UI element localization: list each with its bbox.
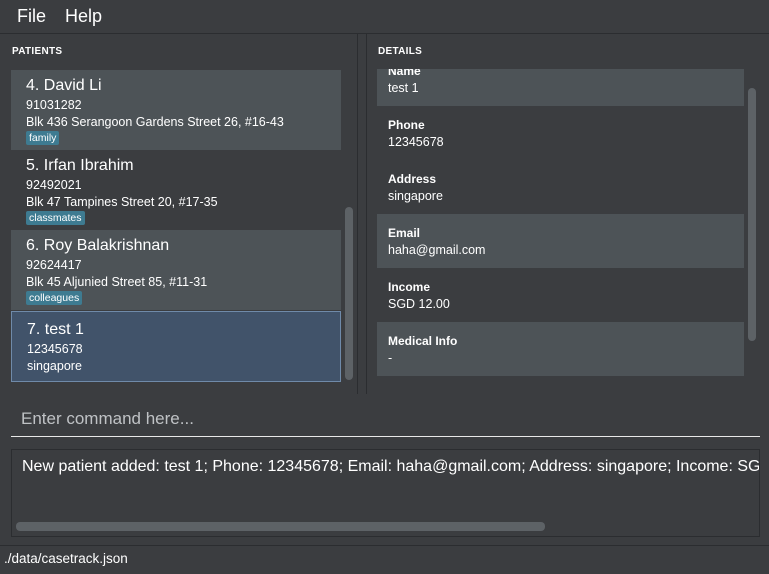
patients-panel-title: PATIENTS	[12, 46, 63, 57]
detail-value: haha@gmail.com	[388, 243, 486, 257]
patient-name: 5. Irfan Ibrahim	[26, 157, 134, 174]
result-horizontal-scrollbar[interactable]	[16, 522, 545, 531]
patient-name: 7. test 1	[27, 321, 84, 338]
detail-label: Name	[388, 69, 421, 78]
patient-card-selected[interactable]: 7. test 1 12345678 singapore	[11, 311, 341, 382]
detail-field-email: Email haha@gmail.com	[377, 214, 744, 268]
detail-value: singapore	[388, 189, 443, 203]
patient-card[interactable]: 4. David Li 91031282 Blk 436 Serangoon G…	[11, 70, 341, 150]
detail-field-name: Name test 1	[377, 69, 744, 106]
patient-address: Blk 47 Tampines Street 20, #17-35	[26, 195, 218, 209]
detail-value: -	[388, 351, 393, 365]
detail-label: Address	[388, 172, 437, 186]
detail-value: 12345678	[388, 135, 444, 149]
patient-tag: classmates	[26, 211, 85, 225]
details-scrollbar[interactable]	[748, 88, 756, 341]
patient-phone: 92492021	[26, 178, 82, 192]
result-text: New patient added: test 1; Phone: 123456…	[22, 458, 760, 475]
detail-label: Phone	[388, 118, 425, 132]
menu-bar: File Help	[0, 0, 769, 34]
detail-field-phone: Phone 12345678	[377, 106, 744, 160]
detail-label: Email	[388, 226, 421, 240]
details-panel-title: DETAILS	[378, 46, 423, 57]
patient-card[interactable]: 5. Irfan Ibrahim 92492021 Blk 47 Tampine…	[11, 150, 341, 230]
patient-phone: 91031282	[26, 98, 82, 112]
patient-tag: family	[26, 131, 60, 145]
patient-name: 6. Roy Balakrishnan	[26, 237, 170, 254]
detail-label: Income	[388, 280, 431, 294]
detail-field-income: Income SGD 12.00	[377, 268, 744, 322]
command-input[interactable]	[11, 402, 760, 436]
patient-name: 4. David Li	[26, 77, 102, 94]
detail-label: Medical Info	[388, 334, 458, 348]
status-bar: ./data/casetrack.json	[0, 545, 769, 574]
patient-phone: 12345678	[27, 342, 83, 356]
detail-value: SGD 12.00	[388, 297, 450, 311]
detail-field-address: Address singapore	[377, 160, 744, 214]
patient-address: Blk 45 Aljunied Street 85, #11-31	[26, 275, 208, 289]
detail-field-medical-info: Medical Info -	[377, 322, 744, 376]
patient-phone: 92624417	[26, 258, 82, 272]
patient-tag: colleagues	[26, 291, 83, 305]
menu-help[interactable]: Help	[65, 6, 102, 27]
patient-card[interactable]: 6. Roy Balakrishnan 92624417 Blk 45 Alju…	[11, 230, 341, 310]
patient-list-scrollbar[interactable]	[345, 207, 353, 380]
details-list[interactable]: Name test 1 Phone 12345678 Address singa…	[377, 69, 744, 383]
command-box	[11, 402, 760, 437]
patient-address: singapore	[27, 359, 82, 373]
patient-list[interactable]: 4. David Li 91031282 Blk 436 Serangoon G…	[11, 70, 343, 383]
menu-file[interactable]: File	[17, 6, 46, 27]
detail-value: test 1	[388, 81, 419, 95]
status-file-path: ./data/casetrack.json	[4, 551, 128, 566]
patient-address: Blk 436 Serangoon Gardens Street 26, #16…	[26, 115, 284, 129]
